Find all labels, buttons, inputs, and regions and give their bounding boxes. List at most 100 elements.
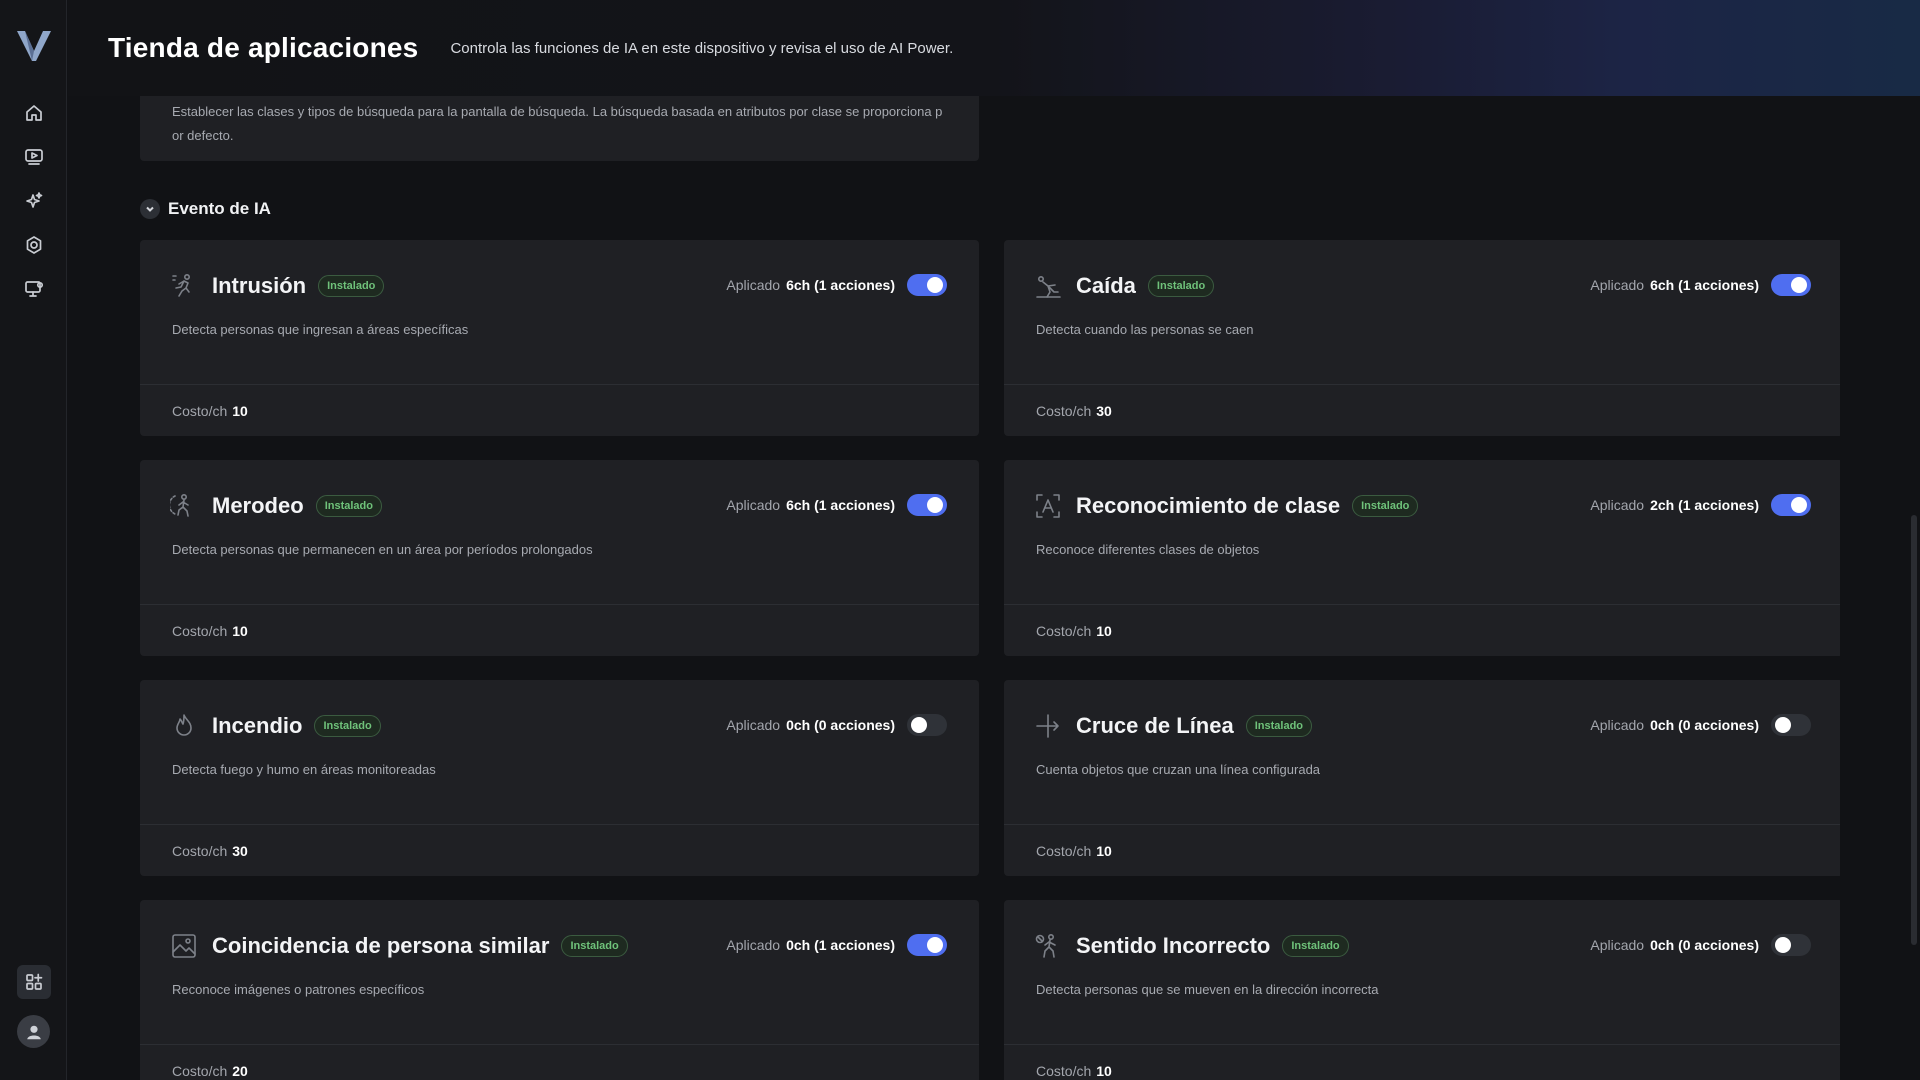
app-card-intrusion-running-person: Intrusión Instalado Aplicado 6ch (1 acci… <box>140 240 979 436</box>
cost-label: Costo/ch <box>1036 622 1092 639</box>
search-settings-card: Establecer las clases y tipos de búsqued… <box>140 96 979 161</box>
card-title-text: Sentido Incorrecto <box>1076 933 1271 958</box>
applied-value: 6ch (1 acciones) <box>786 497 895 513</box>
app-card-fall-person: Caída Instalado Aplicado 6ch (1 acciones… <box>1004 240 1840 436</box>
applied-value: 0ch (0 acciones) <box>1650 937 1759 953</box>
card-description: Detecta personas que ingresan a áreas es… <box>172 322 469 337</box>
app-logo <box>17 31 51 61</box>
cost-label: Costo/ch <box>172 1062 228 1079</box>
page-header: Tienda de aplicaciones Controla las func… <box>68 0 1920 96</box>
fire-icon <box>170 712 198 740</box>
card-body: Cruce de Línea Instalado Aplicado 0ch (0… <box>1004 680 1840 824</box>
card-title-text: Merodeo <box>212 493 304 518</box>
sidebar-item-devices[interactable] <box>17 272 51 306</box>
card-title-text: Coincidencia de persona similar <box>212 933 550 958</box>
applied-label: Aplicado <box>726 937 781 953</box>
cost-value: 10 <box>1096 622 1112 639</box>
installed-badge: Instalado <box>318 275 385 297</box>
enable-toggle[interactable] <box>907 494 947 516</box>
card-title-text: Caída <box>1076 273 1136 298</box>
sidebar <box>0 0 67 1080</box>
card-body: Merodeo Instalado Aplicado 6ch (1 accion… <box>140 460 979 604</box>
sidebar-item-playback[interactable] <box>17 140 51 174</box>
cost-label: Costo/ch <box>1036 402 1092 419</box>
cost-value: 30 <box>232 842 248 859</box>
card-description: Detecta cuando las personas se caen <box>1036 322 1254 337</box>
app-card-wrong-direction: Sentido Incorrecto Instalado Aplicado 0c… <box>1004 900 1840 1080</box>
installed-badge: Instalado <box>315 495 382 517</box>
applied-value: 0ch (0 acciones) <box>786 717 895 733</box>
wrong-direction-icon <box>1034 932 1062 960</box>
sidebar-item-home[interactable] <box>17 96 51 130</box>
card-footer: Costo/ch 10 <box>1004 1044 1840 1080</box>
cost-value: 30 <box>1096 402 1112 419</box>
enable-toggle[interactable] <box>907 934 947 956</box>
card-title: Intrusión Instalado <box>212 272 385 300</box>
card-title: Caída Instalado <box>1076 272 1215 300</box>
page-subtitle: Controla las funciones de IA en este dis… <box>450 39 954 57</box>
installed-badge: Instalado <box>1282 935 1349 957</box>
sidebar-item-ai[interactable] <box>17 184 51 218</box>
card-title-text: Cruce de Línea <box>1076 713 1234 738</box>
fall-person-icon <box>1034 272 1062 300</box>
applied-label: Aplicado <box>726 717 781 733</box>
cost-value: 20 <box>232 1062 248 1079</box>
installed-badge: Instalado <box>1352 495 1419 517</box>
home-icon <box>26 105 42 121</box>
card-description: Detecta personas que permanecen en un ár… <box>172 542 593 557</box>
ai-sparkle-icon <box>26 192 43 208</box>
card-title: Merodeo Instalado <box>212 492 382 520</box>
cost-value: 10 <box>1096 1062 1112 1079</box>
card-body: Incendio Instalado Aplicado 0ch (0 accio… <box>140 680 979 824</box>
installed-badge: Instalado <box>1147 275 1215 297</box>
card-footer: Costo/ch 30 <box>140 824 979 876</box>
user-avatar-icon <box>26 1025 41 1039</box>
card-description: Detecta fuego y humo en áreas monitoread… <box>172 762 436 777</box>
cost-label: Costo/ch <box>1036 842 1092 859</box>
card-title-text: Reconocimiento de clase <box>1076 493 1341 518</box>
toggle-knob <box>911 717 927 733</box>
card-body: Coincidencia de persona similar Instalad… <box>140 900 979 1044</box>
enable-toggle[interactable] <box>1771 494 1811 516</box>
applied-status: Aplicado 0ch (0 acciones) <box>1590 934 1811 956</box>
search-settings-description-line2: or defecto. <box>172 128 234 143</box>
section-toggle-ai-event[interactable]: Evento de IA <box>140 199 271 219</box>
enable-toggle[interactable] <box>907 274 947 296</box>
installed-badge: Instalado <box>1245 715 1313 737</box>
enable-toggle[interactable] <box>907 714 947 736</box>
cost-label: Costo/ch <box>172 402 228 419</box>
applied-label: Aplicado <box>726 277 781 293</box>
toggle-knob <box>1791 497 1807 513</box>
search-settings-description-line1: Establecer las clases y tipos de búsqued… <box>172 104 943 119</box>
card-body: Caída Instalado Aplicado 6ch (1 acciones… <box>1004 240 1840 384</box>
sidebar-item-settings[interactable] <box>17 228 51 262</box>
image-match-icon <box>170 932 198 960</box>
applied-status: Aplicado 6ch (1 acciones) <box>726 274 947 296</box>
page-scrollbar[interactable] <box>1911 515 1917 945</box>
app-store-icon <box>26 973 43 990</box>
app-card-loitering-person: Merodeo Instalado Aplicado 6ch (1 accion… <box>140 460 979 656</box>
sidebar-item-app-store[interactable] <box>17 965 51 999</box>
card-description: Detecta personas que se mueven en la dir… <box>1036 982 1379 997</box>
enable-toggle[interactable] <box>1771 934 1811 956</box>
monitor-settings-icon <box>25 281 44 297</box>
cost-value: 10 <box>1096 842 1112 859</box>
applied-label: Aplicado <box>1590 717 1645 733</box>
card-description: Reconoce imágenes o patrones específicos <box>172 982 425 997</box>
chevron-down-icon[interactable] <box>140 199 160 219</box>
app-card-line-crossing: Cruce de Línea Instalado Aplicado 0ch (0… <box>1004 680 1840 876</box>
applied-status: Aplicado 0ch (1 acciones) <box>726 934 947 956</box>
class-recognition-icon <box>1034 492 1062 520</box>
toggle-knob <box>1775 717 1791 733</box>
applied-value: 6ch (1 acciones) <box>786 277 895 293</box>
enable-toggle[interactable] <box>1771 274 1811 296</box>
toggle-knob <box>1775 937 1791 953</box>
applied-label: Aplicado <box>726 497 781 513</box>
applied-value: 2ch (1 acciones) <box>1650 497 1759 513</box>
applied-status: Aplicado 6ch (1 acciones) <box>1590 274 1811 296</box>
applied-status: Aplicado 0ch (0 acciones) <box>1590 714 1811 736</box>
user-avatar[interactable] <box>17 1015 50 1048</box>
enable-toggle[interactable] <box>1771 714 1811 736</box>
card-description: Cuenta objetos que cruzan una línea conf… <box>1036 762 1321 777</box>
card-title-text: Intrusión <box>212 273 307 298</box>
